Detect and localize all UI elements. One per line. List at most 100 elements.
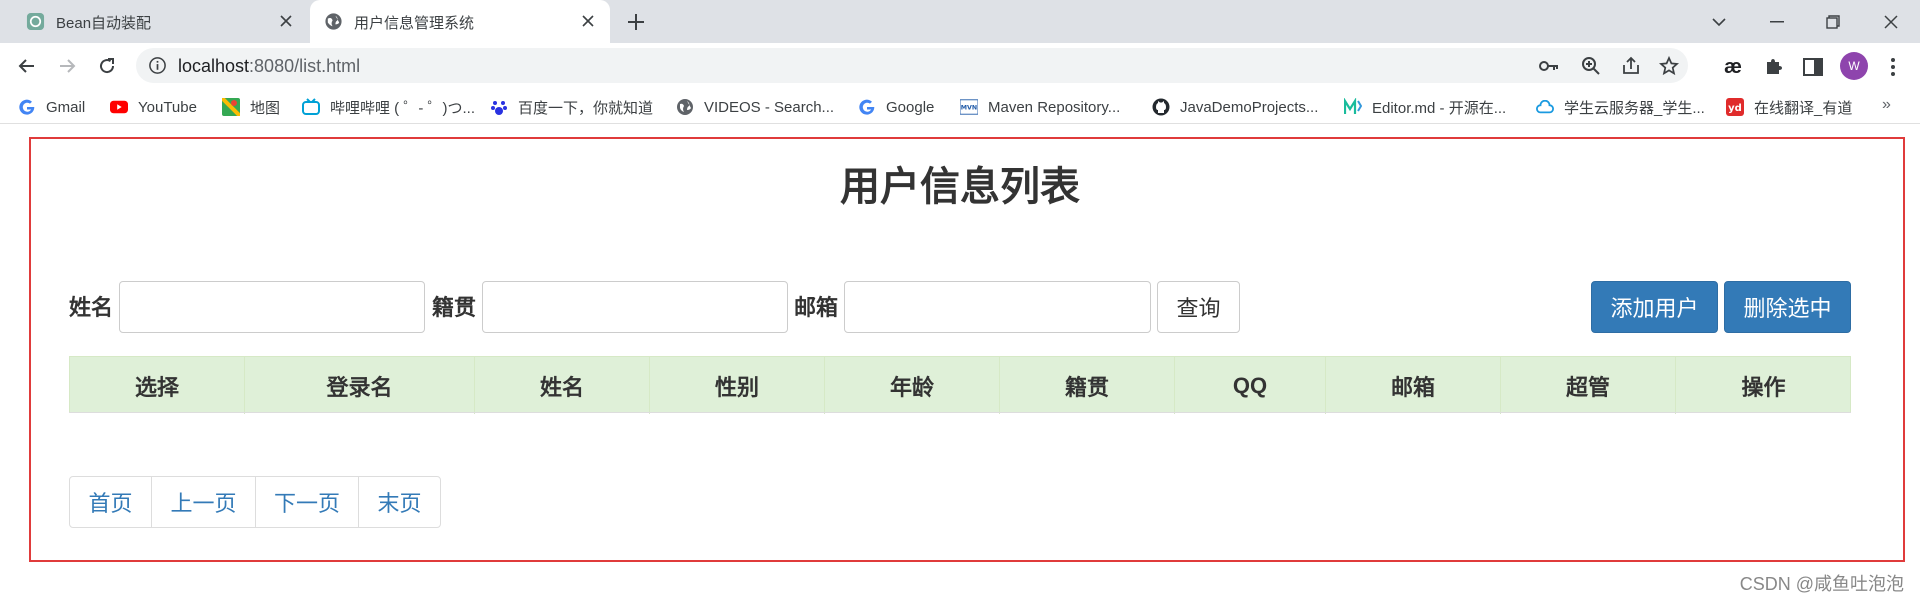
close-icon: [1884, 14, 1898, 29]
email-input[interactable]: [844, 281, 1151, 333]
last-page-link[interactable]: 末页: [358, 476, 441, 528]
info-icon[interactable]: [148, 56, 167, 75]
column-header-select: 选择: [70, 357, 245, 414]
tab-user-management[interactable]: 用户信息管理系统: [310, 0, 610, 43]
ae-extension-icon[interactable]: æ: [1720, 54, 1746, 80]
side-panel-icon[interactable]: [1800, 54, 1826, 80]
add-user-button[interactable]: 添加用户: [1591, 281, 1718, 333]
youtube-icon: [110, 98, 128, 116]
column-header-name: 姓名: [475, 357, 650, 414]
toolbar: localhost:8080/list.html: [0, 43, 1920, 88]
column-header-hometown: 籍贯: [1000, 357, 1175, 414]
minimize-button[interactable]: [1754, 0, 1800, 43]
tab-search-button[interactable]: [1696, 0, 1742, 43]
prev-page-link[interactable]: 上一页: [151, 476, 256, 528]
bookmark-google[interactable]: Google: [858, 96, 934, 118]
kebab-menu-icon[interactable]: [1880, 54, 1906, 80]
github-icon: [1152, 98, 1170, 116]
table-divider: [69, 412, 1851, 413]
new-tab-button[interactable]: [622, 8, 650, 36]
bookmark-label: Google: [886, 98, 935, 116]
more-bookmarks-button[interactable]: »: [1882, 96, 1891, 114]
email-label: 邮箱: [794, 295, 839, 320]
restore-button[interactable]: [1810, 0, 1856, 43]
bilibili-icon: [302, 98, 320, 116]
youdao-icon: yd: [1726, 98, 1744, 116]
share-icon[interactable]: [1620, 55, 1642, 77]
bookmark-label: 地图: [250, 99, 281, 117]
chevron-down-icon: [1712, 17, 1726, 26]
google-g-icon: [858, 98, 876, 116]
reload-icon: [100, 58, 115, 74]
bookmark-editormd[interactable]: Editor.md - 开源在...: [1344, 96, 1506, 118]
bookmark-label: 在线翻译_有道: [1754, 99, 1853, 117]
column-header-email: 邮箱: [1326, 357, 1501, 414]
name-input[interactable]: [119, 281, 425, 333]
arrow-left-icon: [18, 59, 34, 73]
mvn-icon: MVN: [960, 98, 978, 116]
bookmark-label: JavaDemoProjects...: [1180, 98, 1319, 116]
tab-strip: Bean自动装配 用户信息管理系统: [0, 0, 1920, 43]
bookmark-youtube[interactable]: YouTube: [110, 96, 197, 118]
bookmark-label: Gmail: [46, 98, 86, 116]
address-bar[interactable]: localhost:8080/list.html: [136, 48, 1688, 83]
column-header-admin: 超管: [1501, 357, 1676, 414]
bookmark-github[interactable]: JavaDemoProjects...: [1152, 96, 1318, 118]
bookmark-baidu[interactable]: 百度一下，你就知道: [490, 96, 653, 118]
openai-icon: [26, 12, 45, 31]
puzzle-icon[interactable]: [1760, 54, 1786, 80]
bookmark-bilibili[interactable]: 哔哩哔哩 ( ゜- ゜)つ...: [302, 96, 475, 118]
column-header-age: 年龄: [825, 357, 1000, 414]
bookmarks-bar: Gmail YouTube 地图 哔哩哔哩 ( ゜- ゜)つ... 百度一下，你…: [0, 90, 1920, 124]
column-header-qq: QQ: [1175, 357, 1326, 414]
bookmark-videos[interactable]: VIDEOS - Search...: [676, 96, 834, 118]
bookmark-label: VIDEOS - Search...: [704, 98, 835, 116]
key-icon[interactable]: [1538, 55, 1560, 77]
tab-bean-autowire[interactable]: Bean自动装配: [12, 0, 308, 43]
hometown-label: 籍贯: [432, 295, 477, 320]
bookmark-label: Editor.md - 开源在...: [1372, 99, 1507, 117]
bookmark-student-cloud[interactable]: 学生云服务器_学生...: [1536, 96, 1705, 118]
back-button[interactable]: [12, 51, 42, 81]
bookmark-gmail[interactable]: Gmail: [18, 96, 85, 118]
editormd-icon: [1344, 98, 1362, 116]
query-button[interactable]: 查询: [1157, 281, 1240, 333]
column-header-actions: 操作: [1741, 374, 1786, 400]
avatar[interactable]: W: [1840, 52, 1868, 80]
bookmark-label: 百度一下，你就知道: [518, 99, 654, 117]
zoom-icon[interactable]: [1580, 55, 1602, 77]
hometown-input[interactable]: [482, 281, 788, 333]
url-path: :8080/list.html: [249, 56, 361, 76]
first-page-link[interactable]: 首页: [69, 476, 152, 528]
next-page-link[interactable]: 下一页: [255, 476, 359, 528]
browser-window: Bean自动装配 用户信息管理系统 localhost:8080/list.ht…: [0, 0, 1920, 601]
baidu-icon: [490, 98, 508, 116]
name-label: 姓名: [69, 295, 114, 320]
arrow-right-icon: [60, 59, 76, 73]
bookmark-label: 哔哩哔哩 ( ゜- ゜)つ...: [330, 99, 475, 117]
minimize-icon: [1770, 20, 1784, 22]
forward-button[interactable]: [52, 51, 82, 81]
restore-icon: [1826, 14, 1840, 29]
star-icon[interactable]: [1658, 55, 1680, 77]
svg-text:MVN: MVN: [961, 105, 977, 112]
cloud-icon: [1536, 98, 1554, 116]
url-text[interactable]: localhost:8080/list.html: [178, 56, 360, 77]
bookmark-label: Maven Repository...: [988, 98, 1121, 116]
close-icon[interactable]: [576, 9, 600, 33]
bookmark-maven[interactable]: MVN Maven Repository...: [960, 96, 1120, 118]
close-window-button[interactable]: [1868, 0, 1914, 43]
reload-button[interactable]: [92, 51, 122, 81]
tab-title: 用户信息管理系统: [354, 15, 475, 32]
globe-icon: [676, 98, 694, 116]
delete-selected-button[interactable]: 删除选中: [1724, 281, 1851, 333]
tab-title: Bean自动装配: [56, 15, 152, 32]
bookmark-label: 学生云服务器_学生...: [1564, 99, 1705, 117]
bookmark-youdao[interactable]: yd 在线翻译_有道: [1726, 96, 1852, 118]
close-icon[interactable]: [274, 9, 298, 33]
globe-icon: [325, 13, 342, 30]
google-g-icon: [18, 98, 36, 116]
bookmark-maps[interactable]: 地图: [222, 96, 280, 118]
watermark: CSDN @咸鱼吐泡泡: [1739, 574, 1904, 594]
column-header-gender: 性别: [650, 357, 825, 414]
